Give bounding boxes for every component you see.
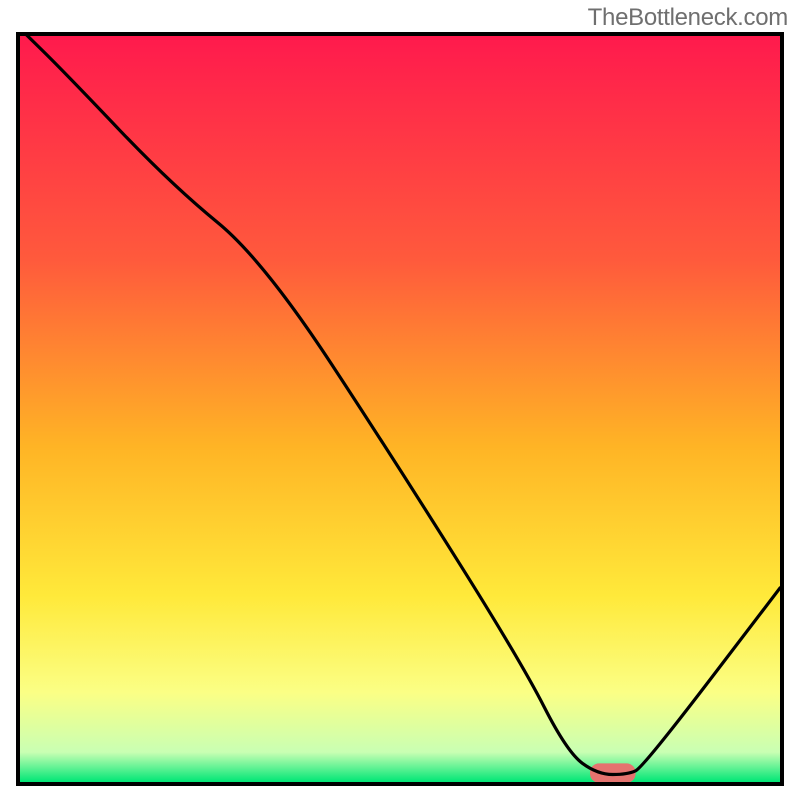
chart-svg	[20, 36, 780, 782]
chart-canvas: TheBottleneck.com	[0, 0, 800, 800]
site-watermark: TheBottleneck.com	[588, 4, 788, 32]
gradient-background	[20, 36, 780, 782]
chart-plot-area	[20, 36, 780, 782]
